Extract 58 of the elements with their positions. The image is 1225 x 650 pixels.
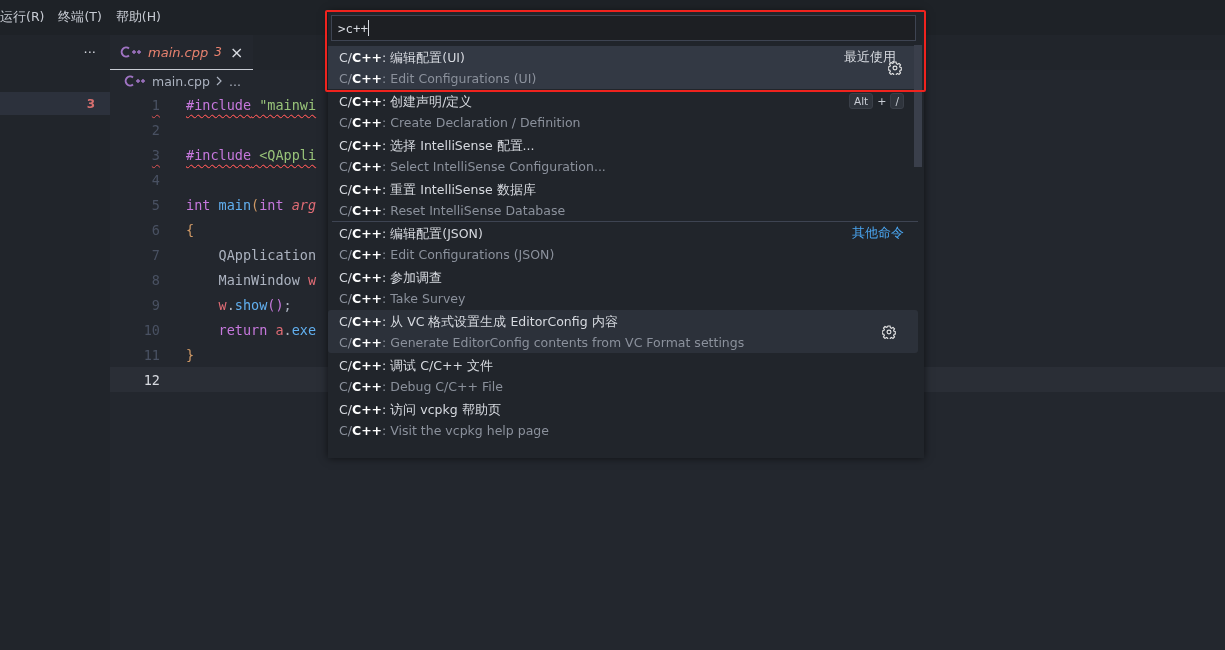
close-icon[interactable]: ×	[229, 42, 244, 62]
problem-count: 3	[86, 96, 95, 111]
command-title: C/C++: 调试 C/C++ 文件	[339, 357, 494, 375]
more-actions-button[interactable]: ···	[83, 45, 96, 60]
command-subtitle: C/C++: Visit the vcpkg help page	[339, 422, 549, 438]
command-subtitle: C/C++: Take Survey	[339, 290, 466, 306]
file-row[interactable]: 3	[0, 92, 110, 115]
command-title: C/C++: 编辑配置(UI)	[339, 49, 466, 67]
menu-item[interactable]: 终端(T)	[58, 9, 102, 26]
key-separator: +	[877, 94, 887, 108]
code-line: return a.exe	[217, 321, 317, 338]
command-title: C/C++: 选择 IntelliSense 配置...	[339, 137, 536, 155]
recently-used-label: 最近使用	[844, 49, 896, 66]
keyboard-key: Alt	[849, 93, 874, 109]
cpp-file-icon	[120, 46, 142, 58]
line-number: 12	[142, 371, 160, 388]
command-item[interactable]: C/C++: 调试 C/C++ 文件 C/C++: Debug C/C++ File	[328, 354, 924, 397]
command-item[interactable]: C/C++: 选择 IntelliSense 配置... C/C++: Select IntelliSense Configuration...	[328, 134, 924, 177]
command-item[interactable]: C/C++: 编辑配置(JSON) C/C++: Edit Configurations (JSON) 其他命令	[328, 222, 924, 265]
code-line: QApplication	[217, 246, 317, 263]
command-item[interactable]: C/C++: 参加调查 C/C++: Take Survey	[328, 266, 924, 309]
code-line: w.show();	[217, 296, 292, 313]
breadcrumb-item[interactable]: ...	[228, 73, 241, 89]
other-commands-link[interactable]: 其他命令	[852, 225, 904, 242]
command-title: C/C++: 从 VC 格式设置生成 EditorConfig 内容	[339, 313, 619, 331]
command-title: C/C++: 参加调查	[339, 269, 444, 287]
command-subtitle: C/C++: Edit Configurations (JSON)	[339, 246, 555, 262]
command-subtitle: C/C++: Debug C/C++ File	[339, 378, 503, 394]
code-line: {	[186, 221, 195, 238]
settings-icon[interactable]	[882, 325, 896, 339]
code-line: int main(int arg	[186, 196, 317, 213]
command-subtitle: C/C++: Reset IntelliSense Database	[339, 202, 566, 218]
command-item[interactable]: C/C++: 创建声明/定义 C/C++: Create Declaration / Definition Alt + /	[328, 90, 924, 133]
command-item[interactable]: C/C++: 从 VC 格式设置生成 EditorConfig 内容 C/C++: Generate EditorConfig contents from VC Format settings	[328, 310, 918, 353]
chevron-right-icon	[215, 76, 223, 86]
command-item[interactable]: C/C++: 编辑配置(UI) C/C++: Edit Configurations (UI) 最近使用	[328, 46, 916, 89]
command-subtitle: C/C++: Create Declaration / Definition	[339, 114, 581, 130]
command-subtitle: C/C++: Select IntelliSense Configuration...	[339, 158, 606, 174]
command-item[interactable]: C/C++: 访问 vcpkg 帮助页 C/C++: Visit the vcpkg help page	[328, 398, 924, 441]
command-title: C/C++: 重置 IntelliSense 数据库	[339, 181, 537, 199]
breadcrumb-item[interactable]: main.cpp	[152, 73, 210, 89]
command-input[interactable]: >c++	[331, 15, 916, 41]
command-subtitle: C/C++: Generate EditorConfig contents from VC Format settings	[339, 334, 745, 350]
code-line: MainWindow w	[217, 271, 317, 288]
code-line: #include "mainwi	[186, 96, 317, 113]
command-subtitle: C/C++: Edit Configurations (UI)	[339, 70, 537, 86]
cpp-file-icon	[124, 75, 146, 87]
menu-item[interactable]: 帮助(H)	[115, 9, 161, 26]
scrollbar[interactable]	[914, 45, 922, 167]
keyboard-key: /	[890, 93, 904, 109]
command-title: C/C++: 访问 vcpkg 帮助页	[339, 401, 502, 419]
code-line: }	[186, 346, 195, 363]
command-item[interactable]: C/C++: 重置 IntelliSense 数据库 C/C++: Reset IntelliSense Database	[328, 178, 924, 221]
menu-item[interactable]: 运行(R)	[0, 9, 45, 26]
code-line: #include <QAppli	[186, 146, 317, 163]
command-title: C/C++: 创建声明/定义	[339, 93, 474, 111]
settings-icon[interactable]	[888, 61, 902, 75]
command-title: C/C++: 编辑配置(JSON)	[339, 225, 484, 243]
